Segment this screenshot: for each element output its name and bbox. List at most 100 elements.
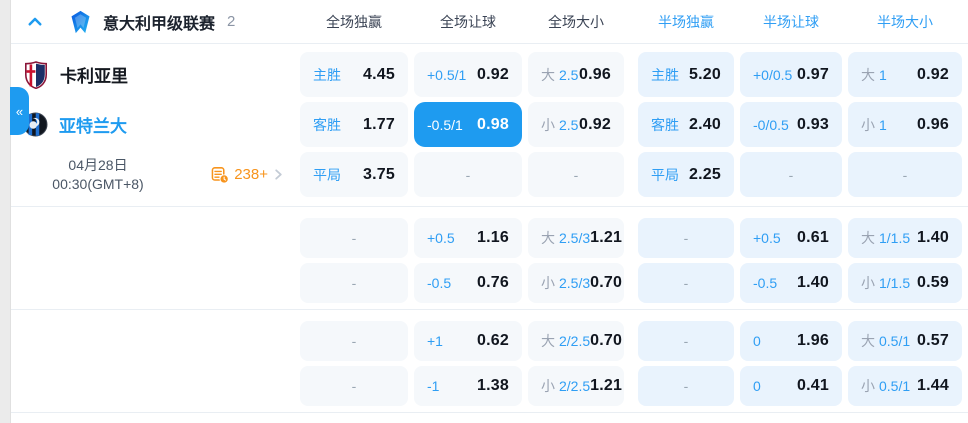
odds-cell[interactable]: 小 0.5/1 1.44 <box>848 366 962 406</box>
empty-odds-dash: - <box>788 166 794 183</box>
odds-cell[interactable]: -0.5 1.40 <box>740 263 842 303</box>
odds-cell[interactable]: 大 1/1.5 1.40 <box>848 218 962 258</box>
markets-count: 238+ <box>234 166 268 183</box>
odds-value: 5.20 <box>689 65 721 83</box>
odds-value: 0.57 <box>917 332 949 349</box>
odds-cell[interactable]: +0.5 1.16 <box>414 218 522 258</box>
odds-selection-label: -0.5/1 <box>427 117 463 133</box>
odds-selection-label: 小 2.5 <box>541 115 578 135</box>
odds-cell[interactable]: +0.5/1 0.92 <box>414 52 522 97</box>
odds-cell[interactable]: -0.5 0.76 <box>414 263 522 303</box>
odds-cell[interactable]: +0.5 0.61 <box>740 218 842 258</box>
odds-value: 0.76 <box>477 274 509 291</box>
selection-name: +1 <box>427 333 443 349</box>
odds-cell[interactable]: 小 1 0.96 <box>848 102 962 147</box>
alt-odds-group-2: - +1 0.62 大 2/2.5 0.70-0 1.96 大 0.5/1 0.57- -1 1.38… <box>11 310 968 412</box>
odds-value: 0.61 <box>797 229 829 246</box>
odds-cell[interactable]: -1 1.38 <box>414 366 522 406</box>
odds-row: 平局 3.75 - - 平局 2.25 - - <box>300 152 968 197</box>
odds-selection-label: +0.5 <box>427 230 455 246</box>
selection-name: +0.5 <box>753 230 781 246</box>
match-count-badge: 2 <box>227 13 236 30</box>
odds-selection-label: 平局 <box>651 165 679 185</box>
alt-odds-rows-1: - +0.5 1.16 大 2.5/3 1.21- +0.5 0.61 大 1/1.5 1.40- -… <box>300 218 968 303</box>
selection-name: +0.5/1 <box>427 66 467 83</box>
odds-page: « 意大利甲级联赛 2 全场独赢 全场让球 全场大小 半场独赢 半场让球 半场大… <box>0 0 968 423</box>
odds-cell[interactable]: 0 0.41 <box>740 366 842 406</box>
empty-odds-dash: - <box>351 378 357 394</box>
more-markets-link[interactable]: 238+ <box>211 166 284 184</box>
handicap-line: 2.5 <box>559 66 579 83</box>
empty-odds-dash: - <box>351 333 357 349</box>
odds-value: 0.96 <box>917 115 949 133</box>
empty-odds-dash: - <box>902 166 908 183</box>
odds-row: - -0.5 0.76 小 2.5/3 0.70- -0.5 1.40 小 1/1.5 0.59 <box>300 263 968 303</box>
odds-selection-label: 0 <box>753 333 761 349</box>
odds-value: 0.97 <box>797 65 829 83</box>
odds-cell[interactable]: 0 1.96 <box>740 321 842 361</box>
handicap-line: 2.5 <box>559 116 579 133</box>
odds-cell-empty: - <box>300 321 408 361</box>
odds-cell[interactable]: +0/0.5 0.97 <box>740 52 842 97</box>
kickoff-time: 04月28日 00:30(GMT+8) <box>23 156 173 194</box>
home-team-row[interactable]: 卡利亚里 <box>11 52 300 97</box>
league-title: 意大利甲级联赛 <box>103 15 216 33</box>
odds-cell[interactable]: 小 1/1.5 0.59 <box>848 263 962 303</box>
odds-cell[interactable]: 大 2.5/3 1.21 <box>528 218 624 258</box>
empty-odds-dash: - <box>683 230 689 246</box>
col-header-halftime-1x2: 半场独赢 <box>658 13 714 30</box>
away-team-row[interactable]: 亚特兰大 <box>11 102 300 147</box>
handicap-line: 1/1.5 <box>879 230 911 246</box>
match-info-column: 卡利亚里 亚特兰大 04月28日 00:30(GMT+8) 238+ <box>11 52 300 197</box>
overunder-prefix: 小 <box>861 116 875 133</box>
selection-name: 主胜 <box>651 66 679 83</box>
home-team-badge-icon <box>25 60 47 89</box>
odds-cell[interactable]: 平局 2.25 <box>638 152 734 197</box>
odds-cell[interactable]: 大 1 0.92 <box>848 52 962 97</box>
odds-cell[interactable]: +1 0.62 <box>414 321 522 361</box>
odds-value: 4.45 <box>363 65 395 83</box>
selection-name: 平局 <box>313 166 341 183</box>
main-content: 意大利甲级联赛 2 全场独赢 全场让球 全场大小 半场独赢 半场让球 半场大小 <box>11 0 968 423</box>
odds-selection-label: 小 0.5/1 <box>861 376 910 396</box>
odds-selection-label: 小 2/2.5 <box>541 376 590 396</box>
odds-value: 0.59 <box>917 274 949 291</box>
odds-cell[interactable]: 主胜 4.45 <box>300 52 408 97</box>
column-headers: 全场独赢 全场让球 全场大小 半场独赢 半场让球 半场大小 <box>300 12 968 32</box>
odds-cell[interactable]: 小 2.5/3 0.70 <box>528 263 624 303</box>
odds-cell[interactable]: 大 0.5/1 0.57 <box>848 321 962 361</box>
odds-cell[interactable]: 小 2.5 0.92 <box>528 102 624 147</box>
collapse-panel-tab[interactable]: « <box>10 87 29 135</box>
odds-cell[interactable]: 客胜 2.40 <box>638 102 734 147</box>
odds-cell[interactable]: -0/0.5 0.93 <box>740 102 842 147</box>
kickoff-hour: 00:30(GMT+8) <box>52 175 144 192</box>
empty-odds-dash: - <box>465 166 471 183</box>
odds-cell-empty: - <box>638 321 734 361</box>
serie-a-logo-icon <box>69 10 91 34</box>
odds-cell[interactable]: 大 2.5 0.96 <box>528 52 624 97</box>
odds-cell[interactable]: 主胜 5.20 <box>638 52 734 97</box>
handicap-line: 0.5/1 <box>879 378 911 394</box>
odds-cell[interactable]: 平局 3.75 <box>300 152 408 197</box>
odds-selection-label: 大 2.5/3 <box>541 228 590 248</box>
odds-value: 0.92 <box>477 65 509 83</box>
handicap-line: 1 <box>879 66 887 83</box>
odds-selection-label: 大 2/2.5 <box>541 331 590 351</box>
odds-cell-selected[interactable]: -0.5/1 0.98 <box>414 102 522 147</box>
selection-name: +0/0.5 <box>753 66 793 83</box>
handicap-line: 2/2.5 <box>559 378 591 394</box>
odds-cell[interactable]: 大 2/2.5 0.70 <box>528 321 624 361</box>
odds-cell-empty: - <box>300 218 408 258</box>
odds-value: 1.44 <box>917 377 949 394</box>
odds-cell[interactable]: 小 2/2.5 1.21 <box>528 366 624 406</box>
collapse-league-button[interactable] <box>25 12 45 32</box>
odds-value: 1.21 <box>590 229 623 246</box>
odds-selection-label: +1 <box>427 333 443 349</box>
handicap-line: 2/2.5 <box>559 333 591 349</box>
empty-odds-dash: - <box>351 230 357 246</box>
odds-selection-label: -1 <box>427 378 439 394</box>
odds-cell-empty: - <box>528 152 624 197</box>
odds-cell[interactable]: 客胜 1.77 <box>300 102 408 147</box>
odds-row: - +1 0.62 大 2/2.5 0.70-0 1.96 大 0.5/1 0.57 <box>300 321 968 361</box>
col-header-halftime-handicap: 半场让球 <box>763 13 819 30</box>
